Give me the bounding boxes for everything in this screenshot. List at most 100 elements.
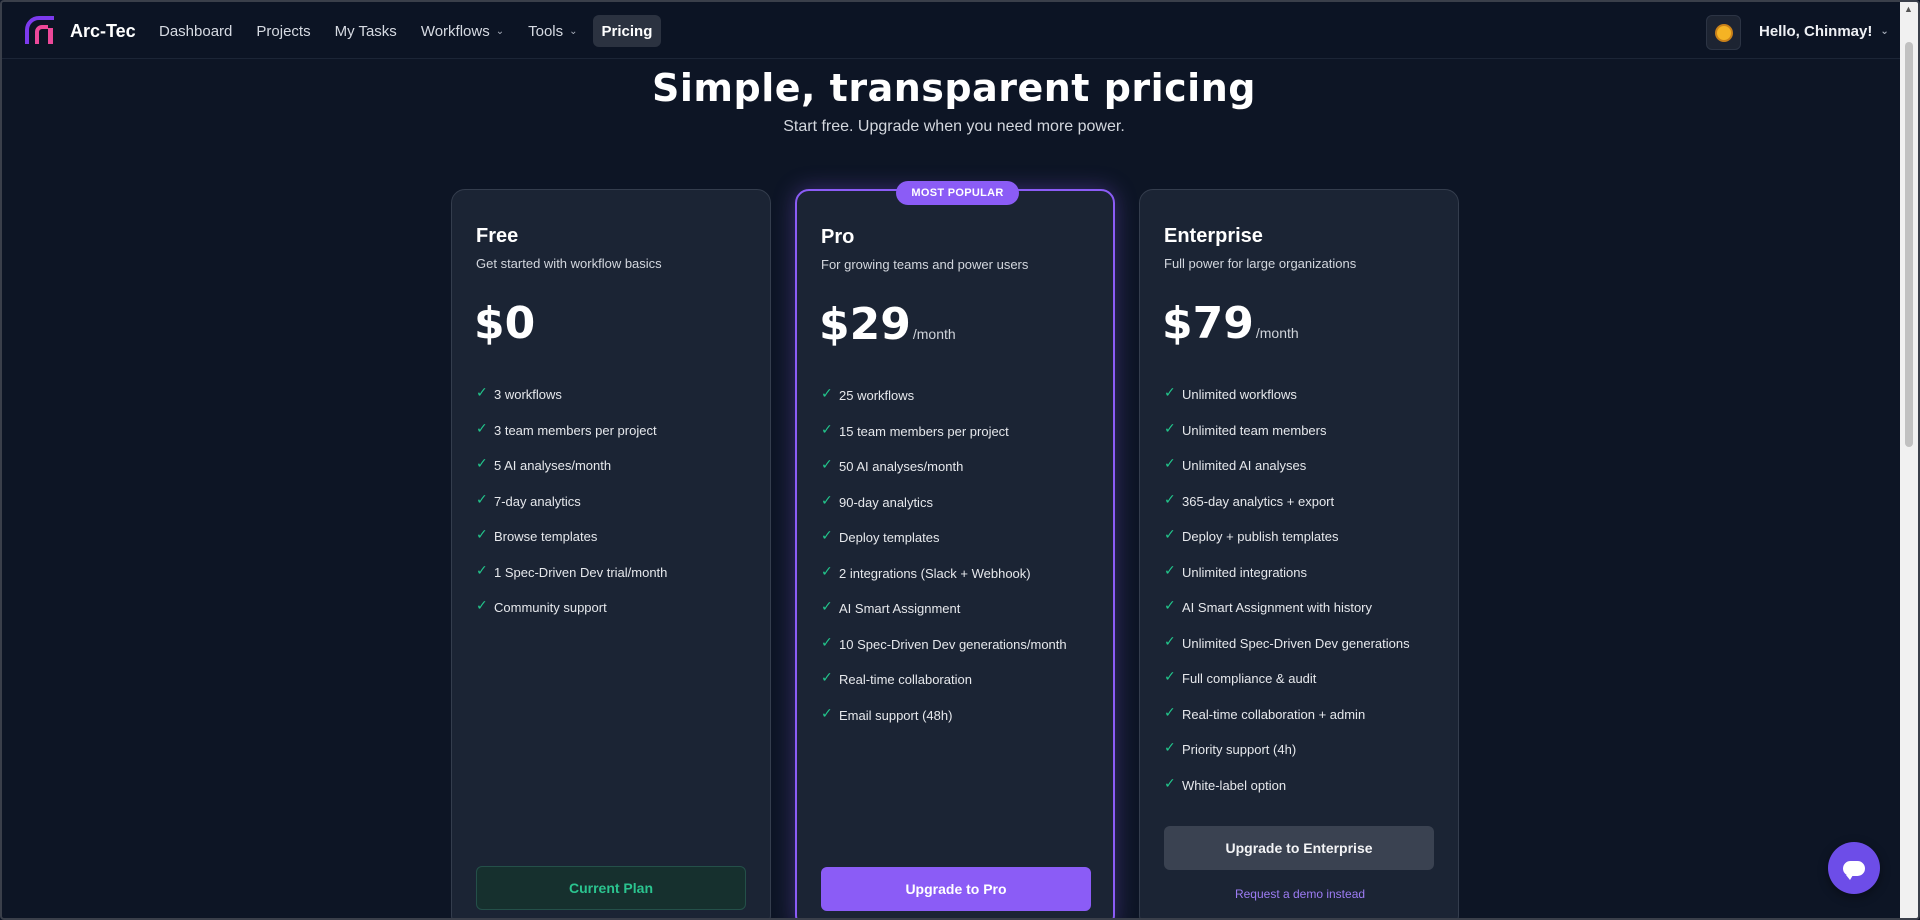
- feature-text: White-label option: [1182, 777, 1287, 793]
- top-navbar: Arc-Tec Dashboard Projects My Tasks Work…: [2, 2, 1902, 59]
- feature-item: ✓ Unlimited workflows: [1164, 384, 1410, 423]
- scroll-up-arrow-icon[interactable]: ▲: [1904, 4, 1913, 14]
- nav-projects-label: Projects: [256, 22, 311, 40]
- app-window: Arc-Tec Dashboard Projects My Tasks Work…: [0, 0, 1920, 920]
- price-period: /month: [912, 326, 956, 342]
- check-icon: ✓: [1164, 703, 1176, 720]
- vertical-scrollbar[interactable]: ▲: [1900, 2, 1918, 918]
- scroll-thumb[interactable]: [1905, 42, 1913, 447]
- feature-text: Deploy + publish templates: [1182, 529, 1339, 544]
- check-icon: ✓: [1164, 561, 1176, 578]
- feature-text: 365-day analytics + export: [1182, 493, 1335, 509]
- nav-links: Dashboard Projects My Tasks Workflows ⌄ T…: [150, 15, 662, 47]
- feature-item: ✓ 10 Spec-Driven Dev generations/month: [821, 634, 1067, 673]
- feature-text: Unlimited team members: [1182, 422, 1327, 438]
- feature-item: ✓ Unlimited Spec-Driven Dev generations: [1164, 633, 1410, 672]
- feature-text: Real-time collaboration: [839, 672, 972, 687]
- feature-text: Email support (48h): [839, 707, 953, 723]
- most-popular-badge: MOST POPULAR: [896, 181, 1019, 205]
- feature-item: ✓ 3 team members per project: [476, 420, 667, 459]
- feature-text: 1 Spec-Driven Dev trial/month: [494, 564, 668, 580]
- page-title: Simple, transparent pricing: [652, 66, 1256, 110]
- feature-list: ✓ Unlimited workflows ✓ Unlimited team mem…: [1164, 384, 1410, 813]
- chevron-down-icon: ⌄: [569, 25, 578, 37]
- feature-item: ✓ Community support: [476, 597, 667, 636]
- feature-text: AI Smart Assignment: [839, 601, 961, 616]
- plan-card-pro: MOST POPULAR Pro For growing teams and p…: [795, 181, 1115, 918]
- feature-item: ✓ 5 AI analyses/month: [476, 455, 667, 494]
- feature-text: Unlimited integrations: [1182, 564, 1308, 580]
- upgrade-to-pro-button[interactable]: Upgrade to Pro: [821, 867, 1091, 911]
- feature-text: AI Smart Assignment with history: [1182, 600, 1373, 615]
- nav-workflows-dropdown[interactable]: Workflows ⌄: [412, 15, 513, 47]
- plan-price: $29: [819, 299, 911, 350]
- feature-item: ✓ Real-time collaboration: [821, 669, 1067, 708]
- check-icon: ✓: [821, 491, 833, 508]
- user-menu[interactable]: Hello, Chinmay! ⌄: [1759, 23, 1889, 40]
- feature-item: ✓ 365-day analytics + export: [1164, 490, 1410, 530]
- nav-pricing[interactable]: Pricing: [592, 15, 662, 47]
- feature-item: ✓ 50 AI analyses/month: [821, 456, 1067, 495]
- feature-item: ✓ Unlimited AI analyses: [1164, 455, 1410, 494]
- plan-description: Full power for large organizations: [1164, 256, 1357, 271]
- feature-item: ✓ 25 workflows: [821, 385, 1067, 424]
- check-icon: ✓: [1164, 668, 1176, 684]
- feature-text: Priority support (4h): [1182, 742, 1297, 757]
- nav-my-tasks[interactable]: My Tasks: [326, 15, 406, 47]
- plan-price: $0: [474, 298, 536, 349]
- request-demo-link[interactable]: Request a demo instead: [1140, 887, 1460, 901]
- check-icon: ✓: [476, 490, 488, 507]
- feature-item: ✓ 3 workflows: [476, 384, 667, 423]
- theme-toggle-button[interactable]: [1706, 15, 1741, 50]
- nav-pricing-label: Pricing: [601, 22, 653, 40]
- page-subtitle: Start free. Upgrade when you need more p…: [783, 118, 1125, 135]
- feature-text: 2 integrations (Slack + Webhook): [839, 565, 1031, 581]
- check-icon: ✓: [1164, 490, 1176, 507]
- plan-name: Free: [476, 225, 519, 247]
- feature-text: Unlimited AI analyses: [1182, 458, 1307, 473]
- check-icon: ✓: [1164, 597, 1176, 613]
- chat-button[interactable]: [1828, 842, 1880, 894]
- feature-item: ✓ 7-day analytics: [476, 490, 667, 530]
- nav-projects[interactable]: Projects: [247, 15, 319, 47]
- sun-icon: [1716, 25, 1731, 40]
- upgrade-to-enterprise-button[interactable]: Upgrade to Enterprise: [1164, 826, 1434, 870]
- feature-text: 25 workflows: [839, 388, 915, 403]
- feature-item: ✓ AI Smart Assignment: [821, 598, 1067, 637]
- price-row: $0: [474, 298, 535, 349]
- chevron-down-icon: ⌄: [495, 25, 505, 37]
- plan-name: Pro: [821, 226, 855, 248]
- feature-item: ✓ Unlimited team members: [1164, 420, 1410, 459]
- check-icon: ✓: [476, 597, 488, 613]
- brand-name[interactable]: Arc-Tec: [70, 21, 136, 42]
- feature-text: Deploy templates: [839, 530, 940, 545]
- feature-text: Unlimited workflows: [1182, 387, 1297, 402]
- check-icon: ✓: [1164, 455, 1176, 471]
- feature-item: ✓ 15 team members per project: [821, 421, 1067, 460]
- plan-name: Enterprise: [1164, 225, 1263, 247]
- feature-text: 50 AI analyses/month: [839, 459, 964, 474]
- check-icon: ✓: [1164, 384, 1176, 400]
- arc-tec-logo-icon[interactable]: [24, 16, 64, 46]
- feature-text: 3 workflows: [494, 387, 562, 402]
- plan-description: For growing teams and power users: [821, 257, 1029, 272]
- feature-item: ✓ Email support (48h): [821, 704, 1067, 744]
- check-icon: ✓: [821, 704, 833, 721]
- check-icon: ✓: [1164, 774, 1176, 791]
- feature-item: ✓ Browse templates: [476, 526, 667, 565]
- feature-text: Unlimited Spec-Driven Dev generations: [1182, 635, 1410, 651]
- check-icon: ✓: [821, 562, 833, 579]
- check-icon: ✓: [476, 455, 488, 471]
- feature-item: ✓ Priority support (4h): [1164, 739, 1410, 778]
- feature-text: Browse templates: [494, 529, 598, 544]
- nav-tools-dropdown[interactable]: Tools ⌄: [519, 15, 586, 47]
- feature-text: Community support: [494, 600, 607, 615]
- feature-item: ✓ Deploy templates: [821, 527, 1067, 566]
- feature-item: ✓ Deploy + publish templates: [1164, 526, 1410, 565]
- feature-text: 5 AI analyses/month: [494, 458, 612, 473]
- nav-dashboard[interactable]: Dashboard: [150, 15, 241, 47]
- check-icon: ✓: [476, 384, 488, 400]
- chat-bubble-icon: [1843, 860, 1865, 880]
- current-plan-button[interactable]: Current Plan: [476, 866, 746, 910]
- price-period: /month: [1255, 325, 1299, 341]
